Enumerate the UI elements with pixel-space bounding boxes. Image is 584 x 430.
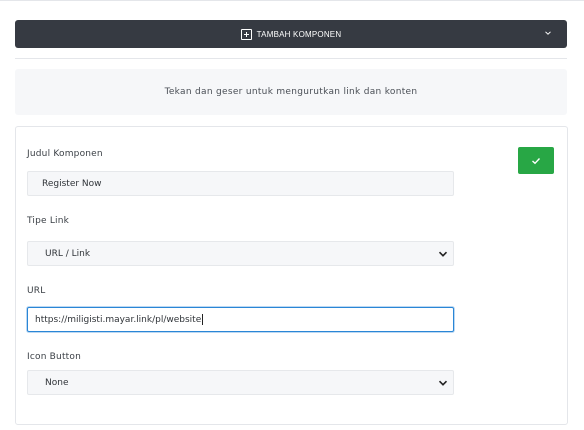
url-label: URL — [27, 286, 46, 296]
component-title-value: Register Now — [42, 178, 102, 189]
chevron-down-icon[interactable] — [544, 29, 552, 37]
add-component-button[interactable]: TAMBAH KOMPONEN — [15, 20, 567, 48]
icon-button-label: Icon Button — [27, 352, 82, 362]
sort-instruction-text: Tekan dan geser untuk mengurutkan link d… — [164, 87, 418, 97]
page: TAMBAH KOMPONEN Tekan dan geser untuk me… — [0, 0, 584, 430]
plus-square-icon — [240, 28, 252, 40]
url-value: https://miligisti.mayar.link/pl/website — [35, 314, 202, 325]
chevron-down-icon — [438, 380, 448, 386]
check-icon — [532, 157, 541, 164]
link-type-value: URL / Link — [45, 248, 91, 259]
component-form-card: Judul Komponen Register Now Tipe Link UR… — [15, 126, 568, 425]
link-type-select[interactable]: URL / Link — [27, 241, 454, 266]
sort-instruction: Tekan dan geser untuk mengurutkan link d… — [15, 69, 567, 115]
chevron-down-icon — [438, 251, 448, 257]
icon-button-value: None — [45, 377, 69, 388]
component-title-input[interactable]: Register Now — [27, 171, 454, 196]
component-title-label: Judul Komponen — [27, 149, 103, 159]
section-divider — [15, 58, 567, 59]
add-component-label: TAMBAH KOMPONEN — [256, 29, 342, 39]
text-cursor — [202, 314, 204, 325]
url-input[interactable]: https://miligisti.mayar.link/pl/website — [27, 307, 454, 332]
link-type-label: Tipe Link — [27, 216, 70, 226]
confirm-button[interactable] — [518, 147, 554, 174]
icon-button-select[interactable]: None — [27, 370, 454, 395]
top-divider — [0, 0, 584, 1]
